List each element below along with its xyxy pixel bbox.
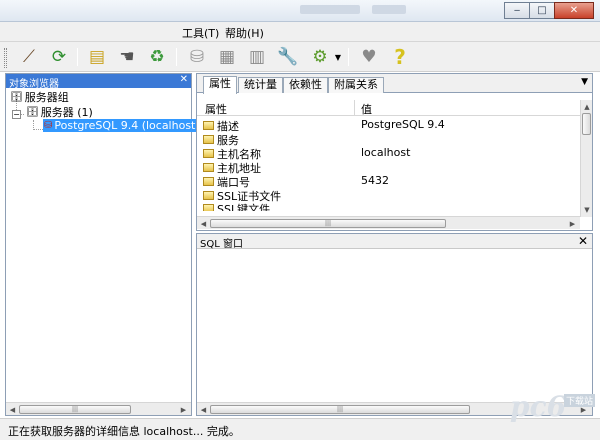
table-row[interactable]: SSL键文件 bbox=[197, 201, 580, 211]
toolbar-separator-3 bbox=[348, 48, 349, 66]
table-row[interactable]: SSL证书文件 bbox=[197, 188, 580, 203]
toolbar: ⟋ ⟳ ▤ ☚ ♻ ⛁ ▦ ▥ 🔧 ⚙ ▼ ♥ ? bbox=[0, 42, 600, 72]
sql-editor[interactable] bbox=[197, 250, 592, 402]
table-row[interactable]: 端口号 5432 bbox=[197, 174, 580, 189]
property-icon bbox=[203, 121, 214, 130]
tree-node-servers[interactable]: 🗄 服务器 (1) bbox=[26, 104, 93, 120]
title-text-blur bbox=[300, 5, 360, 14]
scroll-thumb[interactable]: ||| bbox=[210, 405, 470, 414]
tab-properties[interactable]: 属性 bbox=[203, 76, 237, 94]
connect-icon[interactable]: ⟋ bbox=[17, 46, 41, 68]
scroll-left-icon[interactable]: ◀ bbox=[198, 218, 209, 229]
properties-vscrollbar[interactable]: ▲ ▼ bbox=[580, 100, 592, 217]
property-value: localhost bbox=[361, 146, 411, 159]
scroll-right-icon[interactable]: ▶ bbox=[178, 404, 189, 415]
minimize-button[interactable]: ‒ bbox=[504, 2, 530, 19]
sql-panel-close-icon[interactable]: ✕ bbox=[578, 234, 588, 248]
table-row[interactable]: 服务 bbox=[197, 132, 580, 147]
database-server-icon: ⛁ bbox=[44, 120, 53, 131]
title-bar: ‒ □ ✕ bbox=[0, 0, 600, 22]
scroll-right-icon[interactable]: ▶ bbox=[567, 218, 578, 229]
tab-dependencies[interactable]: 依赖性 bbox=[283, 77, 328, 93]
scroll-left-icon[interactable]: ◀ bbox=[7, 404, 18, 415]
close-button[interactable]: ✕ bbox=[554, 2, 594, 19]
object-browser-hscrollbar[interactable]: ◀ ||| ▶ bbox=[6, 402, 191, 415]
property-grid-header: 属性 值 bbox=[197, 100, 580, 116]
scroll-thumb[interactable]: ||| bbox=[210, 219, 446, 228]
object-browser-header: 对象浏览器 ✕ bbox=[6, 74, 191, 90]
column-divider[interactable] bbox=[354, 100, 355, 115]
status-bar: 正在获取服务器的详细信息 localhost... 完成。 bbox=[0, 418, 600, 440]
table-icon[interactable]: ▦ bbox=[215, 46, 239, 68]
title-text-blur-2 bbox=[372, 5, 406, 14]
sql-panel-title: SQL 窗口 bbox=[200, 239, 243, 250]
property-icon bbox=[203, 149, 214, 158]
scroll-thumb[interactable]: ||| bbox=[19, 405, 131, 414]
view-icon[interactable]: ▥ bbox=[245, 46, 269, 68]
toolbar-separator bbox=[77, 48, 78, 66]
tab-menu-icon[interactable]: ▼ bbox=[581, 77, 588, 87]
scroll-thumb[interactable] bbox=[582, 113, 591, 135]
recycle-icon[interactable]: ♻ bbox=[145, 46, 169, 68]
property-key: SSL键文件 bbox=[217, 203, 271, 211]
wrench-icon[interactable]: 🔧 bbox=[276, 46, 300, 68]
plugin-dropdown-icon[interactable]: ▼ bbox=[332, 46, 344, 68]
property-icon bbox=[203, 135, 214, 144]
menu-bar: 工具(T) 帮助(H) bbox=[0, 22, 600, 42]
property-icon bbox=[203, 163, 214, 172]
database-icon[interactable]: ⛁ bbox=[185, 46, 209, 68]
property-icon bbox=[203, 177, 214, 186]
toolbar-grip[interactable] bbox=[4, 48, 7, 68]
pointer-icon[interactable]: ☚ bbox=[115, 46, 139, 68]
sql-panel: SQL 窗口 ✕ ◀ ||| ▶ bbox=[196, 233, 593, 416]
tree-node-label: 服务器 (1) bbox=[40, 106, 93, 119]
plugin-icon[interactable]: ⚙ bbox=[308, 46, 332, 68]
scroll-down-icon[interactable]: ▼ bbox=[582, 204, 592, 215]
maximize-button[interactable]: □ bbox=[529, 2, 555, 19]
table-row[interactable]: 描述 PostgreSQL 9.4 bbox=[197, 118, 580, 133]
tab-statistics[interactable]: 统计量 bbox=[238, 77, 283, 93]
properties-tabs: 属性 统计量 依赖性 附属关系 ▼ bbox=[197, 74, 592, 94]
table-row[interactable]: 主机地址 bbox=[197, 160, 580, 175]
scroll-up-icon[interactable]: ▲ bbox=[582, 101, 592, 112]
hint-icon[interactable]: ♥ bbox=[357, 46, 381, 68]
sql-hscrollbar[interactable]: ◀ ||| ▶ bbox=[197, 402, 592, 415]
property-value: PostgreSQL 9.4 bbox=[361, 118, 445, 131]
status-text: 正在获取服务器的详细信息 localhost... 完成。 bbox=[8, 425, 240, 438]
help-icon[interactable]: ? bbox=[388, 45, 412, 69]
properties-panel: 属性 统计量 依赖性 附属关系 ▼ 属性 值 描述 PostgreSQL 9.4… bbox=[196, 73, 593, 231]
window-controls: ‒ □ ✕ bbox=[504, 2, 594, 19]
tree-collapse-icon[interactable]: − bbox=[12, 110, 21, 119]
tab-dependents[interactable]: 附属关系 bbox=[328, 77, 384, 93]
tree-node-postgresql[interactable]: ⛁ PostgreSQL 9.4 (localhost:543 bbox=[43, 119, 222, 132]
server-icon: 🗄 bbox=[26, 106, 39, 118]
tree-node-server-group[interactable]: 🗄 服务器组 bbox=[10, 89, 69, 105]
table-row[interactable]: 主机名称 localhost bbox=[197, 146, 580, 161]
scroll-right-icon[interactable]: ▶ bbox=[578, 404, 589, 415]
properties-hscrollbar[interactable]: ◀ ||| ▶ bbox=[197, 216, 580, 229]
property-icon bbox=[203, 204, 214, 211]
column-header-property[interactable]: 属性 bbox=[205, 101, 227, 117]
menu-help[interactable]: 帮助(H) bbox=[222, 25, 267, 41]
sql-panel-header: SQL 窗口 ✕ bbox=[197, 234, 592, 250]
scroll-left-icon[interactable]: ◀ bbox=[198, 404, 209, 415]
menu-tools[interactable]: 工具(T) bbox=[179, 25, 222, 41]
object-browser-close-icon[interactable]: ✕ bbox=[180, 74, 188, 85]
object-browser-panel: 对象浏览器 ✕ 🗄 服务器组 − 🗄 服务器 (1) ⛁ PostgreSQL … bbox=[5, 73, 222, 416]
server-group-icon: 🗄 bbox=[10, 91, 23, 103]
property-value: 5432 bbox=[361, 174, 389, 187]
tree-node-label: 服务器组 bbox=[24, 91, 69, 104]
column-header-value[interactable]: 值 bbox=[361, 101, 372, 117]
toolbar-separator-2 bbox=[176, 48, 177, 66]
object-tree: 🗄 服务器组 − 🗄 服务器 (1) ⛁ PostgreSQL 9.4 (loc… bbox=[6, 88, 222, 401]
property-icon bbox=[203, 191, 214, 200]
properties-icon[interactable]: ▤ bbox=[85, 46, 109, 68]
refresh-icon[interactable]: ⟳ bbox=[47, 46, 71, 68]
